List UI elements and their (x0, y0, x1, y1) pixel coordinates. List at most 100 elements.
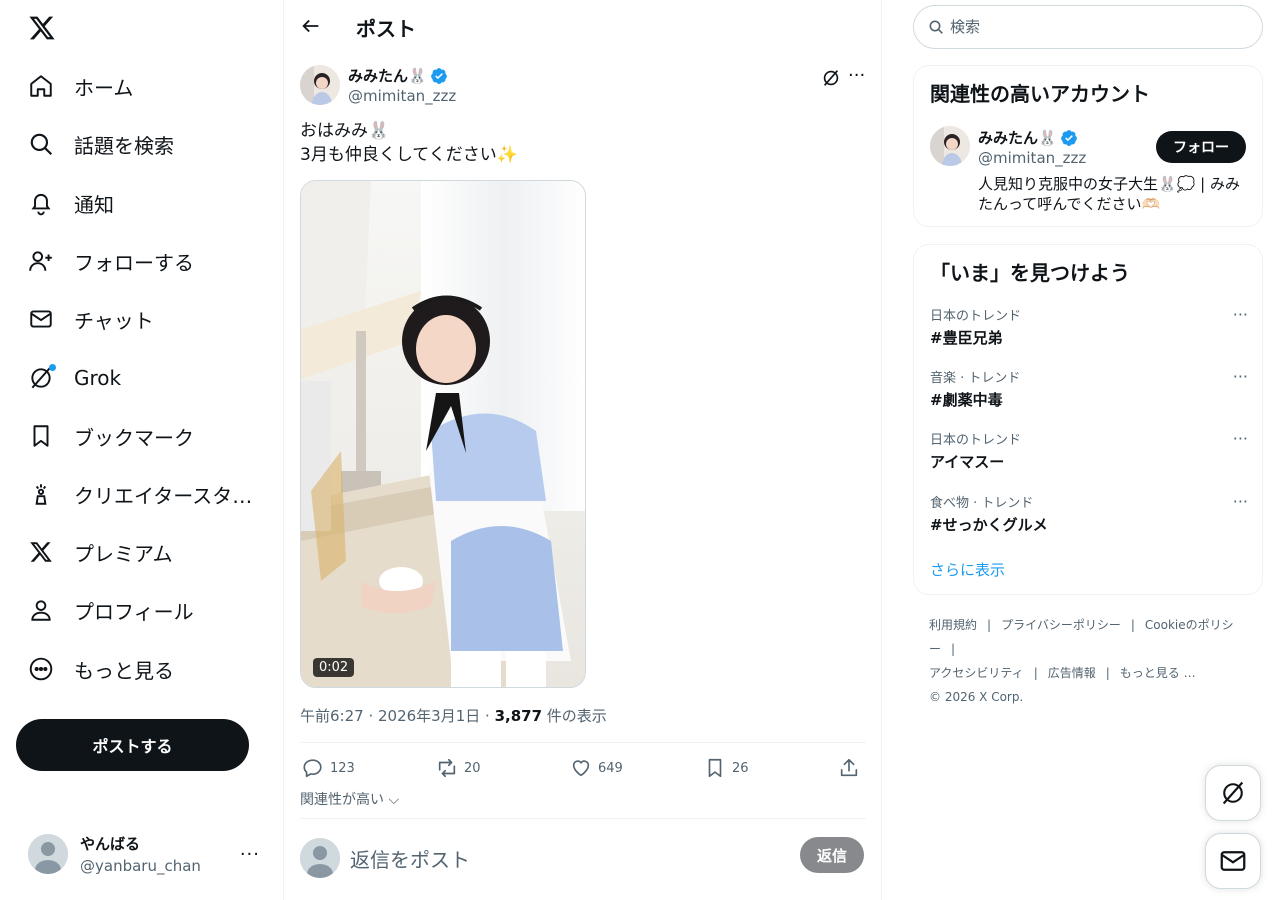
more-icon[interactable]: ··· (1233, 367, 1248, 386)
share-icon (840, 758, 858, 777)
trend-category: 日本のトレンド (930, 433, 1022, 448)
footer-link[interactable]: 利用規約 (929, 618, 977, 632)
more-icon[interactable]: ··· (240, 844, 260, 865)
page-title: ポスト (356, 17, 416, 41)
bell-icon (28, 190, 54, 216)
nav-item-bookmarks[interactable]: ブックマーク (16, 412, 206, 460)
post-video[interactable]: 0:02 (300, 180, 586, 688)
reply-composer: 返信をポスト 返信 (300, 836, 866, 878)
post-button[interactable]: ポストする (16, 719, 249, 771)
footer-separator: | (987, 618, 992, 632)
more-icon[interactable]: ··· (1233, 492, 1248, 511)
author-name[interactable]: みみたん🐰 (348, 65, 448, 86)
left-sidebar: ホーム 話題を検索 通知 フォローする チャット Grok ブックマーク クリエ… (0, 0, 284, 900)
trend-item[interactable]: 日本のトレンド アイマスー ··· (930, 429, 1248, 479)
grok-icon (1222, 781, 1244, 805)
reply-icon (303, 759, 322, 778)
grok-icon[interactable] (820, 67, 842, 89)
follow-button[interactable]: フォロー (1156, 131, 1246, 163)
show-more-link[interactable]: さらに表示 (930, 559, 1005, 580)
trend-title: #劇薬中毒 (930, 391, 1003, 409)
nav-label: フォローする (74, 250, 194, 275)
footer-separator: | (951, 642, 956, 656)
nav-item-explore[interactable]: 話題を検索 (16, 120, 186, 168)
notification-dot (49, 364, 56, 371)
post-actions: 123 20 649 26 (300, 752, 866, 784)
creator-icon (28, 481, 54, 507)
nav-item-grok[interactable]: Grok (16, 354, 133, 402)
verified-badge-icon (430, 67, 447, 84)
reply-sort-dropdown[interactable]: 関連性が高い ⌵ (300, 789, 399, 809)
footer-separator: | (1130, 618, 1135, 632)
nav-label: チャット (74, 308, 154, 333)
repost-button[interactable]: 20 (436, 752, 481, 784)
mail-icon (1220, 851, 1246, 871)
sort-label: 関連性が高い (300, 792, 384, 808)
trend-item[interactable]: 食べ物 · トレンド #せっかくグルメ ··· (930, 492, 1248, 542)
reply-input[interactable]: 返信をポスト (350, 844, 470, 873)
reply-submit-button[interactable]: 返信 (800, 837, 864, 873)
footer-link[interactable]: アクセシビリティ (929, 666, 1024, 680)
nav-label: ブックマーク (74, 425, 194, 450)
x-logo-icon[interactable] (28, 14, 56, 42)
trend-title: アイマスー (930, 453, 1005, 471)
post-time[interactable]: 午前6:27 · 2026年3月1日 · (300, 707, 495, 725)
trend-title: #せっかくグルメ (930, 516, 1048, 534)
trend-title: #豊臣兄弟 (930, 329, 1003, 347)
author-handle[interactable]: @mimitan_zzz (348, 87, 456, 105)
video-duration: 0:02 (313, 658, 355, 677)
back-arrow-icon[interactable] (300, 15, 322, 37)
more-icon[interactable]: ··· (848, 65, 865, 86)
chevron-down-icon: ⌵ (384, 792, 400, 808)
x-icon (28, 539, 54, 565)
nav-label: 話題を検索 (74, 133, 174, 158)
nav-item-follow[interactable]: フォローする (16, 237, 206, 285)
nav-item-creator-studio[interactable]: クリエイタースタ… (16, 470, 264, 518)
reply-button[interactable]: 123 (302, 752, 355, 784)
nav-item-chat[interactable]: チャット (16, 295, 166, 343)
trend-item[interactable]: 日本のトレンド #豊臣兄弟 ··· (930, 305, 1248, 355)
footer-separator: | (1105, 666, 1110, 680)
nav-item-home[interactable]: ホーム (16, 62, 145, 110)
more-circle-icon (28, 656, 54, 682)
grok-float-button[interactable] (1205, 765, 1261, 821)
divider (300, 818, 866, 819)
avatar (28, 834, 68, 874)
author-avatar[interactable] (300, 65, 340, 105)
relevant-accounts-card: 関連性の高いアカウント みみたん🐰 @mimitan_zzz フォロー 人見知り… (913, 65, 1263, 227)
main-column: ポスト みみたん🐰 @mimitan_zzz ··· おはみみ🐰 3月も仲良くし… (284, 0, 882, 900)
footer-link[interactable]: もっと見る … (1120, 666, 1196, 680)
bookmark-icon (28, 423, 54, 449)
footer-link[interactable]: 広告情報 (1048, 666, 1096, 680)
author-name-text: みみたん🐰 (348, 67, 427, 85)
avatar[interactable] (930, 126, 970, 166)
account-handle: @yanbaru_chan (80, 857, 201, 875)
like-button[interactable]: 649 (570, 752, 623, 784)
bookmark-icon (708, 758, 722, 778)
share-button[interactable] (838, 752, 860, 784)
bookmark-button[interactable]: 26 (704, 752, 749, 784)
post-author: みみたん🐰 @mimitan_zzz ··· (300, 65, 866, 107)
avatar (300, 838, 340, 878)
nav-item-premium[interactable]: プレミアム (16, 528, 185, 576)
section-title: 関連性の高いアカウント (930, 82, 1150, 106)
more-icon[interactable]: ··· (1233, 305, 1248, 324)
trend-category: 食べ物 · トレンド (930, 496, 1034, 511)
repost-icon (438, 758, 456, 778)
heart-icon (572, 760, 590, 777)
nav-item-profile[interactable]: プロフィール (16, 586, 206, 634)
account-handle[interactable]: @mimitan_zzz (978, 149, 1086, 167)
search-box[interactable] (913, 5, 1263, 49)
more-icon[interactable]: ··· (1233, 429, 1248, 448)
trend-item[interactable]: 音楽 · トレンド #劇薬中毒 ··· (930, 367, 1248, 417)
account-name[interactable]: みみたん🐰 (978, 127, 1078, 148)
video-thumbnail (301, 181, 585, 687)
messages-float-button[interactable] (1205, 833, 1261, 889)
copyright: © 2026 X Corp. (929, 690, 1024, 704)
nav-item-more[interactable]: もっと見る (16, 645, 186, 693)
search-input[interactable] (950, 18, 1230, 36)
account-switcher[interactable]: やんばる @yanbaru_chan ··· (16, 820, 272, 888)
footer-link[interactable]: プライバシーポリシー (1001, 618, 1121, 632)
nav-item-notifications[interactable]: 通知 (16, 179, 126, 227)
nav-label: ホーム (74, 75, 134, 100)
